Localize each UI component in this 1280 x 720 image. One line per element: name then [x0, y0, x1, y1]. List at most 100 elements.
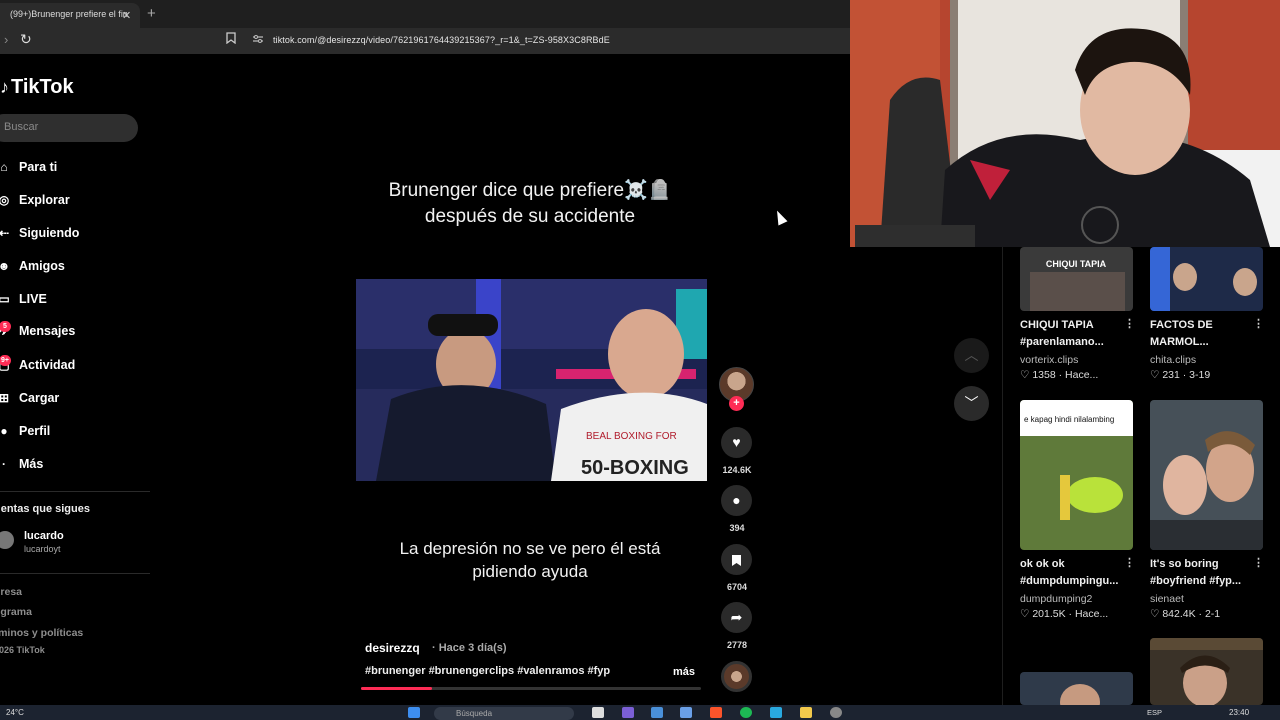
- video-hashtags[interactable]: #brunenger #brunengerclips #valenramos #…: [365, 665, 610, 677]
- card-menu-icon[interactable]: ⋮: [1124, 317, 1135, 330]
- recommended-thumbnail[interactable]: CHIQUI TAPIA: [1020, 247, 1133, 311]
- sidebar-item-cargar[interactable]: ⊞ Cargar: [0, 387, 59, 409]
- brave-browser-icon[interactable]: [710, 707, 722, 718]
- tiktok-logo[interactable]: ♪ TikTok: [0, 76, 74, 99]
- browser-toolbar: › ↻ tiktok.com/@desirezzq/video/76219617…: [0, 28, 850, 54]
- share-count: 2778: [726, 640, 748, 650]
- windows-start-icon[interactable]: [408, 707, 420, 718]
- messages-icon: ✈5: [0, 321, 14, 338]
- recommended-thumbnail[interactable]: [1150, 638, 1263, 705]
- card-menu-icon[interactable]: ⋮: [1124, 556, 1135, 569]
- comment-button[interactable]: ●: [721, 485, 752, 516]
- recommended-thumbnail[interactable]: e kapag hindi nilalambing: [1020, 400, 1133, 550]
- music-disc-icon[interactable]: [721, 661, 752, 692]
- sidebar-item-mas[interactable]: · Más: [0, 453, 43, 475]
- search-input[interactable]: Buscar: [0, 114, 138, 142]
- recommended-title[interactable]: FACTOS DE MARMOL...: [1150, 317, 1250, 351]
- language-indicator[interactable]: ESP: [1147, 708, 1162, 717]
- followed-account-name[interactable]: lucardo: [24, 530, 64, 542]
- address-bar[interactable]: tiktok.com/@desirezzq/video/762196176443…: [273, 35, 610, 45]
- tab-close-icon[interactable]: ✕: [122, 9, 131, 22]
- recommended-title[interactable]: ok ok ok #dumpdumpingu...: [1020, 556, 1120, 590]
- video-author[interactable]: desirezzq: [365, 641, 420, 655]
- file-explorer-icon[interactable]: [800, 707, 812, 718]
- video-overlay-caption: La depresión no se ve pero él está pidie…: [399, 539, 661, 581]
- sidebar-item-actividad[interactable]: ▢9+ Actividad: [0, 354, 75, 376]
- recommended-title[interactable]: CHIQUI TAPIA #parenlamano...: [1020, 317, 1120, 351]
- friends-icon: ☻: [0, 259, 11, 273]
- comment-icon: ●: [732, 492, 741, 508]
- next-video-button[interactable]: ﹀: [954, 386, 989, 421]
- following-icon: ⇠: [0, 226, 10, 240]
- like-count: 124.6K: [722, 465, 752, 475]
- footer-link-program[interactable]: ograma: [0, 606, 32, 618]
- more-icon: ·: [2, 457, 6, 471]
- sidebar-item-label: Más: [19, 457, 44, 471]
- bookmark-icon[interactable]: [226, 32, 236, 47]
- save-button[interactable]: [721, 544, 752, 575]
- recommended-author[interactable]: chita.clips: [1150, 354, 1196, 366]
- sidebar-item-perfil[interactable]: ● Perfil: [0, 420, 50, 442]
- site-info-icon[interactable]: [252, 34, 264, 44]
- sidebar-item-label: Para ti: [19, 160, 58, 174]
- video-posted-time: · Hace 3 día(s): [432, 642, 507, 654]
- recommended-thumbnail[interactable]: [1150, 400, 1263, 550]
- upload-icon: ⊞: [0, 391, 10, 405]
- previous-video-button[interactable]: ︿: [954, 338, 989, 373]
- footer-link-terms[interactable]: rminos y políticas: [0, 627, 83, 639]
- logo-text: TikTok: [11, 76, 74, 98]
- recommended-author[interactable]: sienaet: [1150, 593, 1184, 605]
- tiktok-note-icon: ♪: [0, 77, 9, 97]
- recommended-thumbnail[interactable]: [1020, 672, 1133, 705]
- taskbar-clock[interactable]: 23:40: [1229, 708, 1249, 717]
- sidebar-item-amigos[interactable]: ☻ Amigos: [0, 255, 65, 277]
- reload-icon[interactable]: ↻: [20, 31, 32, 48]
- forward-icon[interactable]: ›: [4, 32, 8, 47]
- recommended-author[interactable]: dumpdumping2: [1020, 593, 1092, 605]
- sidebar-divider: [0, 491, 150, 492]
- new-tab-button[interactable]: +: [147, 5, 156, 22]
- like-button[interactable]: ♥: [721, 427, 752, 458]
- app-icon[interactable]: [680, 707, 692, 718]
- taskbar-search[interactable]: Búsqueda: [434, 707, 574, 720]
- sidebar-item-para-ti[interactable]: ⌂ Para ti: [0, 156, 57, 178]
- app-icon[interactable]: [651, 707, 663, 718]
- sidebar-item-live[interactable]: ▭ LIVE: [0, 288, 47, 310]
- webcam-overlay: [850, 0, 1280, 247]
- app-icon[interactable]: [830, 707, 842, 718]
- spotify-icon[interactable]: [740, 707, 752, 718]
- card-menu-icon[interactable]: ⋮: [1253, 556, 1264, 569]
- followed-account-username[interactable]: lucardoyt: [24, 544, 61, 554]
- weather-widget[interactable]: 24°C: [6, 708, 24, 717]
- sidebar-item-mensajes[interactable]: ✈5 Mensajes: [0, 320, 75, 342]
- svg-text:BEAL BOXING FOR: BEAL BOXING FOR: [586, 431, 677, 442]
- expand-description-button[interactable]: más: [673, 666, 695, 678]
- follow-button[interactable]: +: [729, 396, 744, 411]
- app-icon[interactable]: [622, 707, 634, 718]
- recommended-meta: ♡ 201.5K · Hace...: [1020, 608, 1109, 620]
- recommended-title[interactable]: It's so boring #boyfriend #fyp...: [1150, 556, 1250, 590]
- share-button[interactable]: ➦: [721, 602, 752, 633]
- sidebar-item-label: Explorar: [19, 193, 70, 207]
- heart-icon: ♥: [732, 434, 741, 450]
- card-menu-icon[interactable]: ⋮: [1253, 317, 1264, 330]
- footer-link-company[interactable]: presa: [0, 586, 22, 598]
- recommended-meta: ♡ 842.4K · 2-1: [1150, 608, 1221, 620]
- avatar[interactable]: [0, 531, 14, 549]
- activity-badge: 9+: [0, 355, 11, 366]
- windows-taskbar: 24°C Búsqueda ESP 23:40: [0, 705, 1280, 720]
- sidebar-item-explorar[interactable]: ◎ Explorar: [0, 189, 70, 211]
- svg-text:50-BOXING: 50-BOXING: [581, 457, 689, 479]
- video-progress-bar[interactable]: [361, 687, 701, 690]
- browser-tab[interactable]: (99+)Brunenger prefiere el fin ✕: [0, 3, 140, 28]
- task-view-icon[interactable]: [592, 707, 604, 718]
- sidebar-item-label: Amigos: [19, 259, 65, 273]
- video-overlay-title: Brunenger dice que prefiere☠️🪦 después d…: [388, 180, 672, 227]
- profile-icon: ●: [0, 424, 8, 438]
- app-icon[interactable]: [770, 707, 782, 718]
- recommended-thumbnail[interactable]: [1150, 247, 1263, 311]
- video-frame[interactable]: BEAL BOXING FOR 50-BOXING: [356, 279, 707, 481]
- recommended-author[interactable]: vorterix.clips: [1020, 354, 1078, 366]
- sidebar-item-siguiendo[interactable]: ⇠ Siguiendo: [0, 222, 79, 244]
- sidebar-item-label: Perfil: [19, 424, 51, 438]
